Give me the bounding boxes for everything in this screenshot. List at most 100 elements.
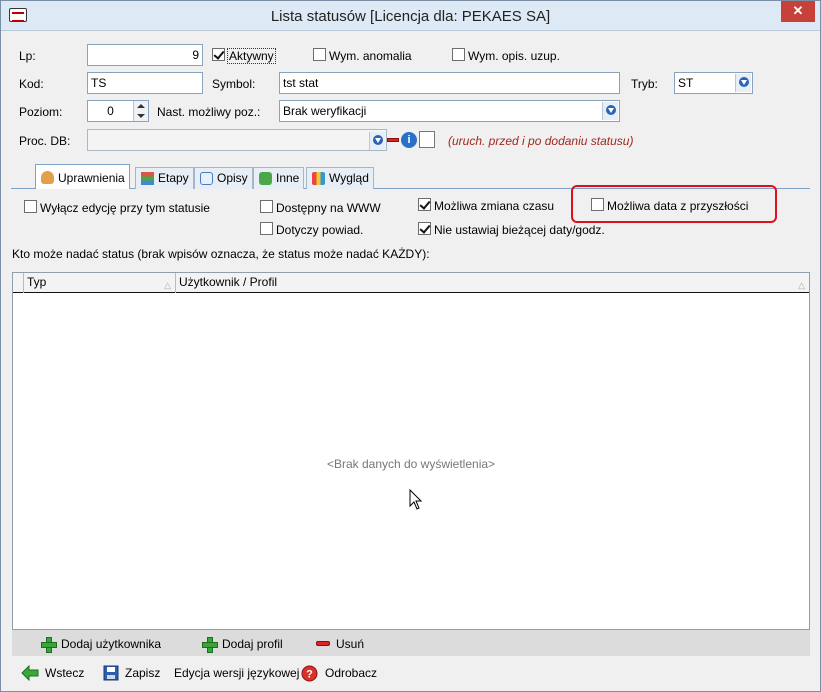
empty-message: <Brak danych do wyświetlenia> — [326, 457, 496, 471]
window-title: Lista statusów [Licencja dla: PEKAES SA] — [270, 8, 551, 25]
wylacz-edycje-checkbox[interactable] — [24, 200, 37, 213]
symbol-label: Symbol: — [212, 77, 256, 91]
symbol-field[interactable]: tst stat — [279, 72, 620, 94]
bottom-toolbar: Wstecz Zapisz Edycja wersji językowej ? … — [1, 657, 820, 691]
mozliwa-data-checkbox[interactable] — [591, 198, 604, 211]
tab-opisy[interactable]: Opisy — [194, 167, 253, 189]
back-label: Wstecz — [45, 666, 85, 680]
plus-icon — [41, 637, 57, 653]
add-user-label: Dodaj użytkownika — [61, 637, 162, 651]
lp-field[interactable]: 9 — [87, 44, 203, 66]
tab-label: Inne — [276, 171, 300, 185]
permissions-grid[interactable]: Typ △ Użytkownik / Profil △ <Brak danych… — [12, 272, 810, 630]
tab-uprawnienia[interactable]: Uprawnienia — [35, 164, 130, 189]
tab-label: Uprawnienia — [58, 171, 125, 185]
column-header-uzytkownik[interactable]: Użytkownik / Profil △ — [176, 273, 809, 293]
mouse-cursor-icon — [409, 489, 423, 510]
chevron-down-icon[interactable] — [369, 132, 385, 150]
remove-button[interactable]: Usuń — [316, 636, 364, 652]
tab-wyglad[interactable]: Wygląd — [306, 167, 374, 189]
mozliwa-zmiana-czasu-label: Możliwa zmiana czasu — [434, 199, 555, 213]
remove-label: Usuń — [336, 637, 365, 651]
tab-label: Etapy — [158, 171, 189, 185]
poziom-stepper[interactable]: 0 — [87, 100, 149, 122]
aktywny-checkbox[interactable] — [212, 48, 225, 61]
lp-label: Lp: — [19, 49, 36, 63]
tryb-combo[interactable]: ST — [674, 72, 753, 94]
close-button[interactable]: ✕ — [781, 1, 815, 22]
tryb-label: Tryb: — [631, 77, 658, 91]
sort-icon: △ — [798, 280, 805, 290]
comments-icon — [200, 172, 213, 185]
tryb-value: ST — [678, 76, 694, 90]
spin-up-icon[interactable] — [137, 104, 145, 108]
grid-header: Typ △ Użytkownik / Profil △ — [13, 273, 809, 293]
dialog-window: Lista statusów [Licencja dla: PEKAES SA]… — [0, 0, 821, 692]
add-profile-button[interactable]: Dodaj profil — [202, 636, 283, 653]
tab-etapy[interactable]: Etapy — [135, 167, 194, 189]
proc-field[interactable] — [87, 129, 387, 151]
aktywny-label: Aktywny — [227, 48, 276, 64]
sort-icon: △ — [164, 280, 171, 290]
nie-ustawiaj-label: Nie ustawiaj bieżącej daty/godz. — [434, 223, 605, 237]
help-icon: ? — [301, 665, 318, 682]
wym-anomalia-label: Wym. anomalia — [329, 49, 412, 63]
tab-label: Opisy — [217, 171, 248, 185]
kod-field[interactable]: TS — [87, 72, 203, 94]
stages-icon — [141, 172, 154, 185]
column-label: Użytkownik / Profil — [179, 275, 278, 289]
tab-inne[interactable]: Inne — [253, 167, 305, 189]
proc-dropdown[interactable] — [369, 132, 385, 150]
poziom-value: 0 — [107, 104, 114, 118]
puzzle-icon — [259, 172, 272, 185]
title-bar: Lista statusów [Licencja dla: PEKAES SA]… — [1, 1, 820, 31]
wym-opis-label: Wym. opis. uzup. — [468, 49, 560, 63]
add-user-button[interactable]: Dodaj użytkownika — [41, 636, 162, 653]
wym-opis-checkbox[interactable] — [452, 48, 465, 61]
cancel-label: Odrobacz — [325, 666, 378, 680]
arrow-left-icon — [21, 665, 39, 681]
document-icon[interactable] — [419, 131, 435, 148]
save-button[interactable]: Zapisz — [103, 665, 160, 681]
svg-text:?: ? — [306, 669, 313, 681]
column-header-typ[interactable]: Typ △ — [24, 273, 176, 293]
proc-label: Proc. DB: — [19, 134, 71, 148]
info-icon[interactable]: i — [401, 132, 417, 148]
add-profile-label: Dodaj profil — [222, 637, 283, 651]
wym-anomalia-checkbox[interactable] — [313, 48, 326, 61]
grid-caption: Kto może nadać status (brak wpisów oznac… — [12, 247, 430, 261]
nie-ustawiaj-checkbox[interactable] — [418, 222, 431, 235]
chevron-down-icon[interactable] — [735, 74, 751, 92]
plus-icon — [202, 637, 218, 653]
mozliwa-data-label: Możliwa data z przyszłości — [607, 199, 749, 213]
nast-value: Brak weryfikacji — [283, 104, 367, 118]
dotyczy-powiad-label: Dotyczy powiad. — [276, 223, 364, 237]
spin-down-icon[interactable] — [137, 114, 145, 118]
floppy-disk-icon — [103, 665, 119, 681]
row-indicator-header — [13, 273, 24, 293]
grid-toolbar: Dodaj użytkownika Dodaj profil Usuń — [12, 630, 810, 656]
wylacz-edycje-label: Wyłącz edycję przy tym statusie — [40, 201, 210, 215]
user-icon — [41, 171, 54, 184]
palette-icon — [312, 172, 325, 185]
tab-label: Wygląd — [329, 171, 369, 185]
save-label: Zapisz — [125, 666, 161, 680]
cancel-button[interactable]: ? Odrobacz — [301, 665, 378, 682]
clear-icon[interactable] — [387, 138, 399, 142]
language-edit-button[interactable]: Edycja wersji językowej — [174, 665, 299, 681]
spin-buttons[interactable] — [133, 101, 148, 121]
chevron-down-icon[interactable] — [602, 102, 618, 120]
nast-label: Nast. możliwy poz.: — [157, 105, 261, 119]
dostepny-www-checkbox[interactable] — [260, 200, 273, 213]
minus-icon — [316, 641, 330, 646]
dostepny-www-label: Dostępny na WWW — [276, 201, 381, 215]
nast-combo[interactable]: Brak weryfikacji — [279, 100, 620, 122]
dotyczy-powiad-checkbox[interactable] — [260, 222, 273, 235]
language-edit-label: Edycja wersji językowej — [174, 666, 300, 680]
back-button[interactable]: Wstecz — [21, 665, 84, 681]
column-label: Typ — [27, 275, 47, 289]
kod-label: Kod: — [19, 77, 44, 91]
poziom-label: Poziom: — [19, 105, 63, 119]
proc-note: (uruch. przed i po dodaniu statusu) — [448, 134, 634, 148]
mozliwa-zmiana-czasu-checkbox[interactable] — [418, 198, 431, 211]
